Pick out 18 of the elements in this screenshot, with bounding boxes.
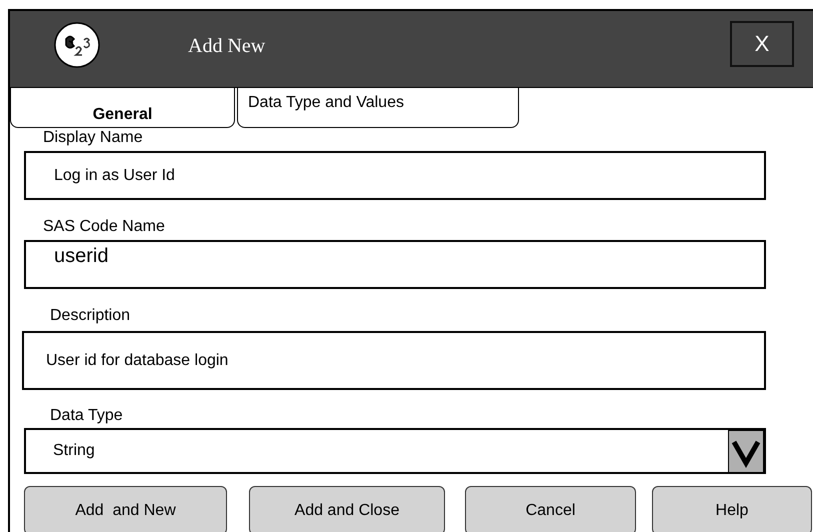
action-button[interactable]: Add and New bbox=[24, 486, 227, 532]
logo-icon bbox=[54, 22, 100, 68]
field-label: Display Name bbox=[42, 129, 144, 147]
field-label: Description bbox=[49, 307, 132, 325]
input-field[interactable]: userid bbox=[24, 240, 766, 289]
close-button[interactable]: X bbox=[730, 21, 794, 67]
dropdown-arrow-icon[interactable] bbox=[728, 430, 764, 472]
input-field[interactable]: Log in as User Id bbox=[24, 151, 766, 200]
tab[interactable]: General bbox=[10, 88, 235, 128]
field-label: Data Type bbox=[49, 407, 124, 425]
window-title: Add New bbox=[188, 34, 266, 58]
field-label: SAS Code Name bbox=[42, 218, 166, 236]
data-type-dropdown[interactable]: String bbox=[24, 428, 766, 474]
tab[interactable]: Data Type and Values bbox=[237, 88, 519, 128]
input-field[interactable]: User id for database login bbox=[22, 331, 766, 390]
action-button[interactable]: Help bbox=[652, 486, 812, 532]
action-button[interactable]: Add and Close bbox=[249, 486, 445, 532]
action-button[interactable]: Cancel bbox=[465, 486, 636, 532]
